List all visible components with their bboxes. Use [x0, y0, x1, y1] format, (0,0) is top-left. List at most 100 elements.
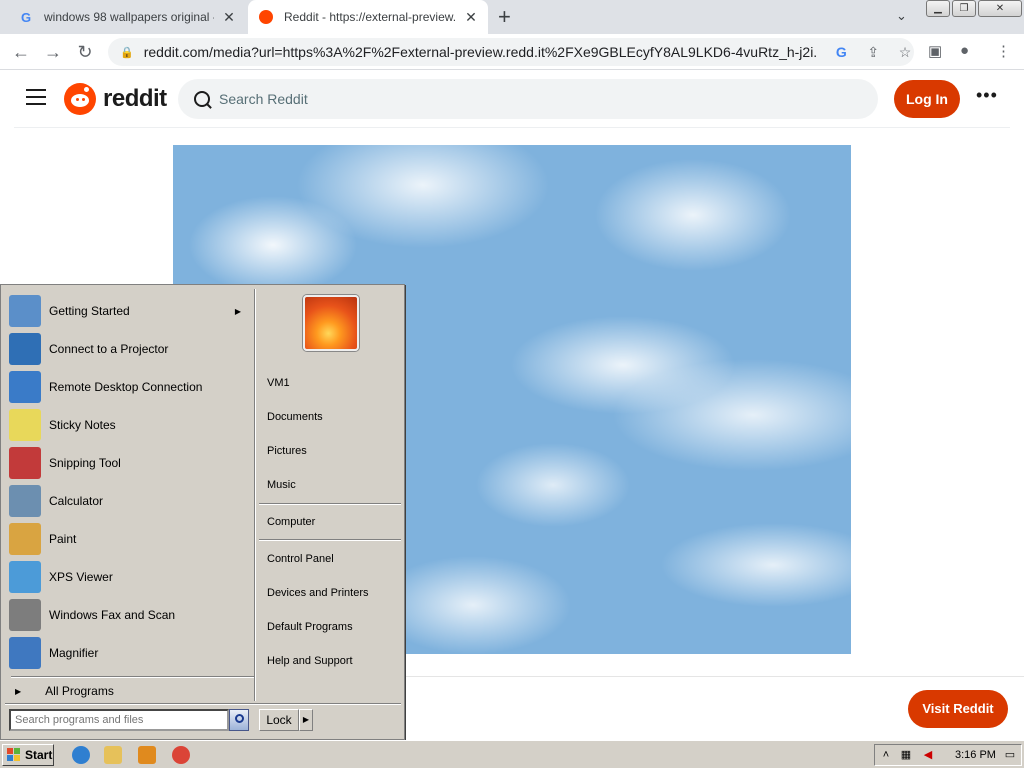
google-icon: G — [20, 9, 32, 25]
start-item-label: Getting Started — [49, 304, 130, 318]
tab-close-icon[interactable]: ✕ — [220, 9, 238, 26]
reddit-search-input[interactable] — [219, 91, 819, 107]
programs-divider — [11, 676, 255, 678]
user-picture-flower[interactable] — [303, 295, 359, 351]
content-divider — [404, 676, 1024, 677]
tab-title: Reddit - https://external-preview.re — [284, 10, 456, 24]
media-player-icon[interactable] — [138, 746, 156, 764]
search-icon — [235, 714, 244, 723]
projector-icon — [9, 333, 41, 365]
reddit-search-bar[interactable] — [178, 79, 878, 119]
share-icon[interactable]: ⇪ — [864, 44, 882, 61]
start-item-label: Sticky Notes — [49, 418, 116, 432]
tab-search-chevron-icon[interactable]: ⌄ — [896, 8, 907, 24]
bookmark-star-icon[interactable]: ☆ — [896, 44, 914, 61]
start-search-input[interactable] — [9, 709, 229, 731]
start-item-label: Connect to a Projector — [49, 342, 169, 356]
address-bar[interactable]: 🔒 reddit.com/media?url=https%3A%2F%2Fext… — [108, 38, 914, 66]
place-vm1[interactable]: VM1 — [267, 377, 290, 389]
start-item-fax-scan[interactable]: Windows Fax and Scan — [9, 597, 249, 633]
visit-reddit-button[interactable]: Visit Reddit — [908, 690, 1008, 728]
tab-title: windows 98 wallpapers original - Go — [44, 10, 214, 24]
profile-avatar-icon[interactable]: ● — [960, 42, 969, 59]
internet-explorer-icon[interactable] — [72, 746, 90, 764]
show-hidden-icons-icon[interactable]: ˄ — [879, 748, 893, 762]
start-search-button[interactable] — [229, 709, 249, 731]
start-item-label: Paint — [49, 532, 77, 546]
hamburger-menu-icon[interactable] — [26, 89, 46, 105]
start-item-paint[interactable]: Paint — [9, 521, 249, 557]
reload-icon[interactable]: ↻ — [74, 41, 96, 63]
url-text[interactable]: reddit.com/media?url=https%3A%2F%2Fexter… — [144, 44, 819, 60]
close-window-button[interactable]: ✕ — [978, 0, 1022, 17]
header-divider — [14, 127, 1010, 128]
reddit-wordmark[interactable]: reddit — [103, 85, 167, 113]
start-item-label: Windows Fax and Scan — [49, 608, 176, 622]
magnifier-icon — [9, 637, 41, 669]
place-control-panel[interactable]: Control Panel — [267, 553, 334, 565]
places-divider — [259, 503, 401, 505]
windows-flag-icon — [7, 748, 21, 762]
getting-started-icon — [9, 295, 41, 327]
google-lens-icon[interactable]: G — [832, 44, 850, 60]
start-item-label: XPS Viewer — [49, 570, 113, 584]
place-computer[interactable]: Computer — [267, 516, 315, 528]
start-item-label: Magnifier — [49, 646, 99, 660]
start-item-xps-viewer[interactable]: XPS Viewer — [9, 559, 249, 595]
more-options-icon[interactable]: ••• — [976, 85, 998, 106]
back-arrow-icon[interactable]: ← — [10, 41, 32, 63]
place-devices-printers[interactable]: Devices and Printers — [267, 587, 369, 599]
start-item-sticky-notes[interactable]: Sticky Notes — [9, 407, 249, 443]
side-panel-icon[interactable]: ▣ — [928, 42, 942, 60]
show-desktop-icon[interactable]: ▭ — [1003, 748, 1017, 762]
start-item-remote-desktop[interactable]: Remote Desktop Connection — [9, 369, 249, 405]
place-documents[interactable]: Documents — [267, 411, 323, 423]
start-item-snipping-tool[interactable]: Snipping Tool — [9, 445, 249, 481]
places-divider — [259, 539, 401, 541]
browser-menu-icon[interactable]: ⋮ — [996, 42, 1011, 60]
place-pictures[interactable]: Pictures — [267, 445, 307, 457]
tab-reddit[interactable]: Reddit - https://external-preview.re ✕ — [248, 0, 488, 34]
tab-google-search[interactable]: G windows 98 wallpapers original - Go ✕ — [8, 0, 246, 34]
chrome-icon[interactable] — [172, 746, 190, 764]
lock-icon[interactable]: 🔒 — [120, 46, 134, 59]
restore-button[interactable]: ❐ — [952, 0, 976, 17]
submenu-arrow-icon: ▶ — [234, 306, 241, 316]
all-programs-button[interactable]: ▶ All Programs — [15, 684, 114, 698]
paint-icon — [9, 523, 41, 555]
browser-tab-strip: G windows 98 wallpapers original - Go ✕ … — [0, 0, 1024, 34]
start-item-getting-started[interactable]: Getting Started ▶ — [9, 293, 249, 329]
place-help-support[interactable]: Help and Support — [267, 655, 353, 667]
triangle-right-icon: ▶ — [15, 686, 22, 696]
reddit-icon — [258, 9, 274, 25]
system-tray: ˄ ▦ ◀ 3:16 PM ▭ — [874, 744, 1022, 766]
place-default-programs[interactable]: Default Programs — [267, 621, 353, 633]
clock[interactable]: 3:16 PM — [955, 749, 996, 761]
xps-viewer-icon — [9, 561, 41, 593]
reddit-logo-icon[interactable] — [64, 83, 96, 115]
start-item-magnifier[interactable]: Magnifier — [9, 635, 249, 671]
start-label: Start — [25, 748, 53, 762]
remote-desktop-icon — [9, 371, 41, 403]
network-icon[interactable]: ▦ — [899, 748, 913, 762]
volume-muted-icon[interactable]: ◀ — [921, 748, 935, 762]
tab-close-icon[interactable]: ✕ — [462, 9, 480, 26]
window-controls: ▁ ❐ ✕ — [926, 0, 1024, 17]
new-tab-button[interactable]: + — [498, 5, 511, 29]
search-icon — [194, 91, 210, 107]
all-programs-label: All Programs — [45, 684, 114, 698]
sticky-notes-icon — [9, 409, 41, 441]
login-button[interactable]: Log In — [894, 80, 960, 118]
place-music[interactable]: Music — [267, 479, 296, 491]
start-item-calculator[interactable]: Calculator — [9, 483, 249, 519]
start-item-projector[interactable]: Connect to a Projector — [9, 331, 249, 367]
calculator-icon — [9, 485, 41, 517]
lock-button[interactable]: Lock — [259, 709, 299, 731]
start-menu-places: VM1 Documents Pictures Music Computer Co… — [257, 289, 403, 701]
minimize-button[interactable]: ▁ — [926, 0, 950, 17]
start-menu: Getting Started ▶ Connect to a Projector… — [0, 284, 405, 740]
file-explorer-icon[interactable] — [104, 746, 122, 764]
lock-options-arrow-icon[interactable]: ▶ — [299, 709, 313, 731]
start-button[interactable]: Start — [2, 744, 54, 766]
forward-arrow-icon[interactable]: → — [42, 41, 64, 63]
